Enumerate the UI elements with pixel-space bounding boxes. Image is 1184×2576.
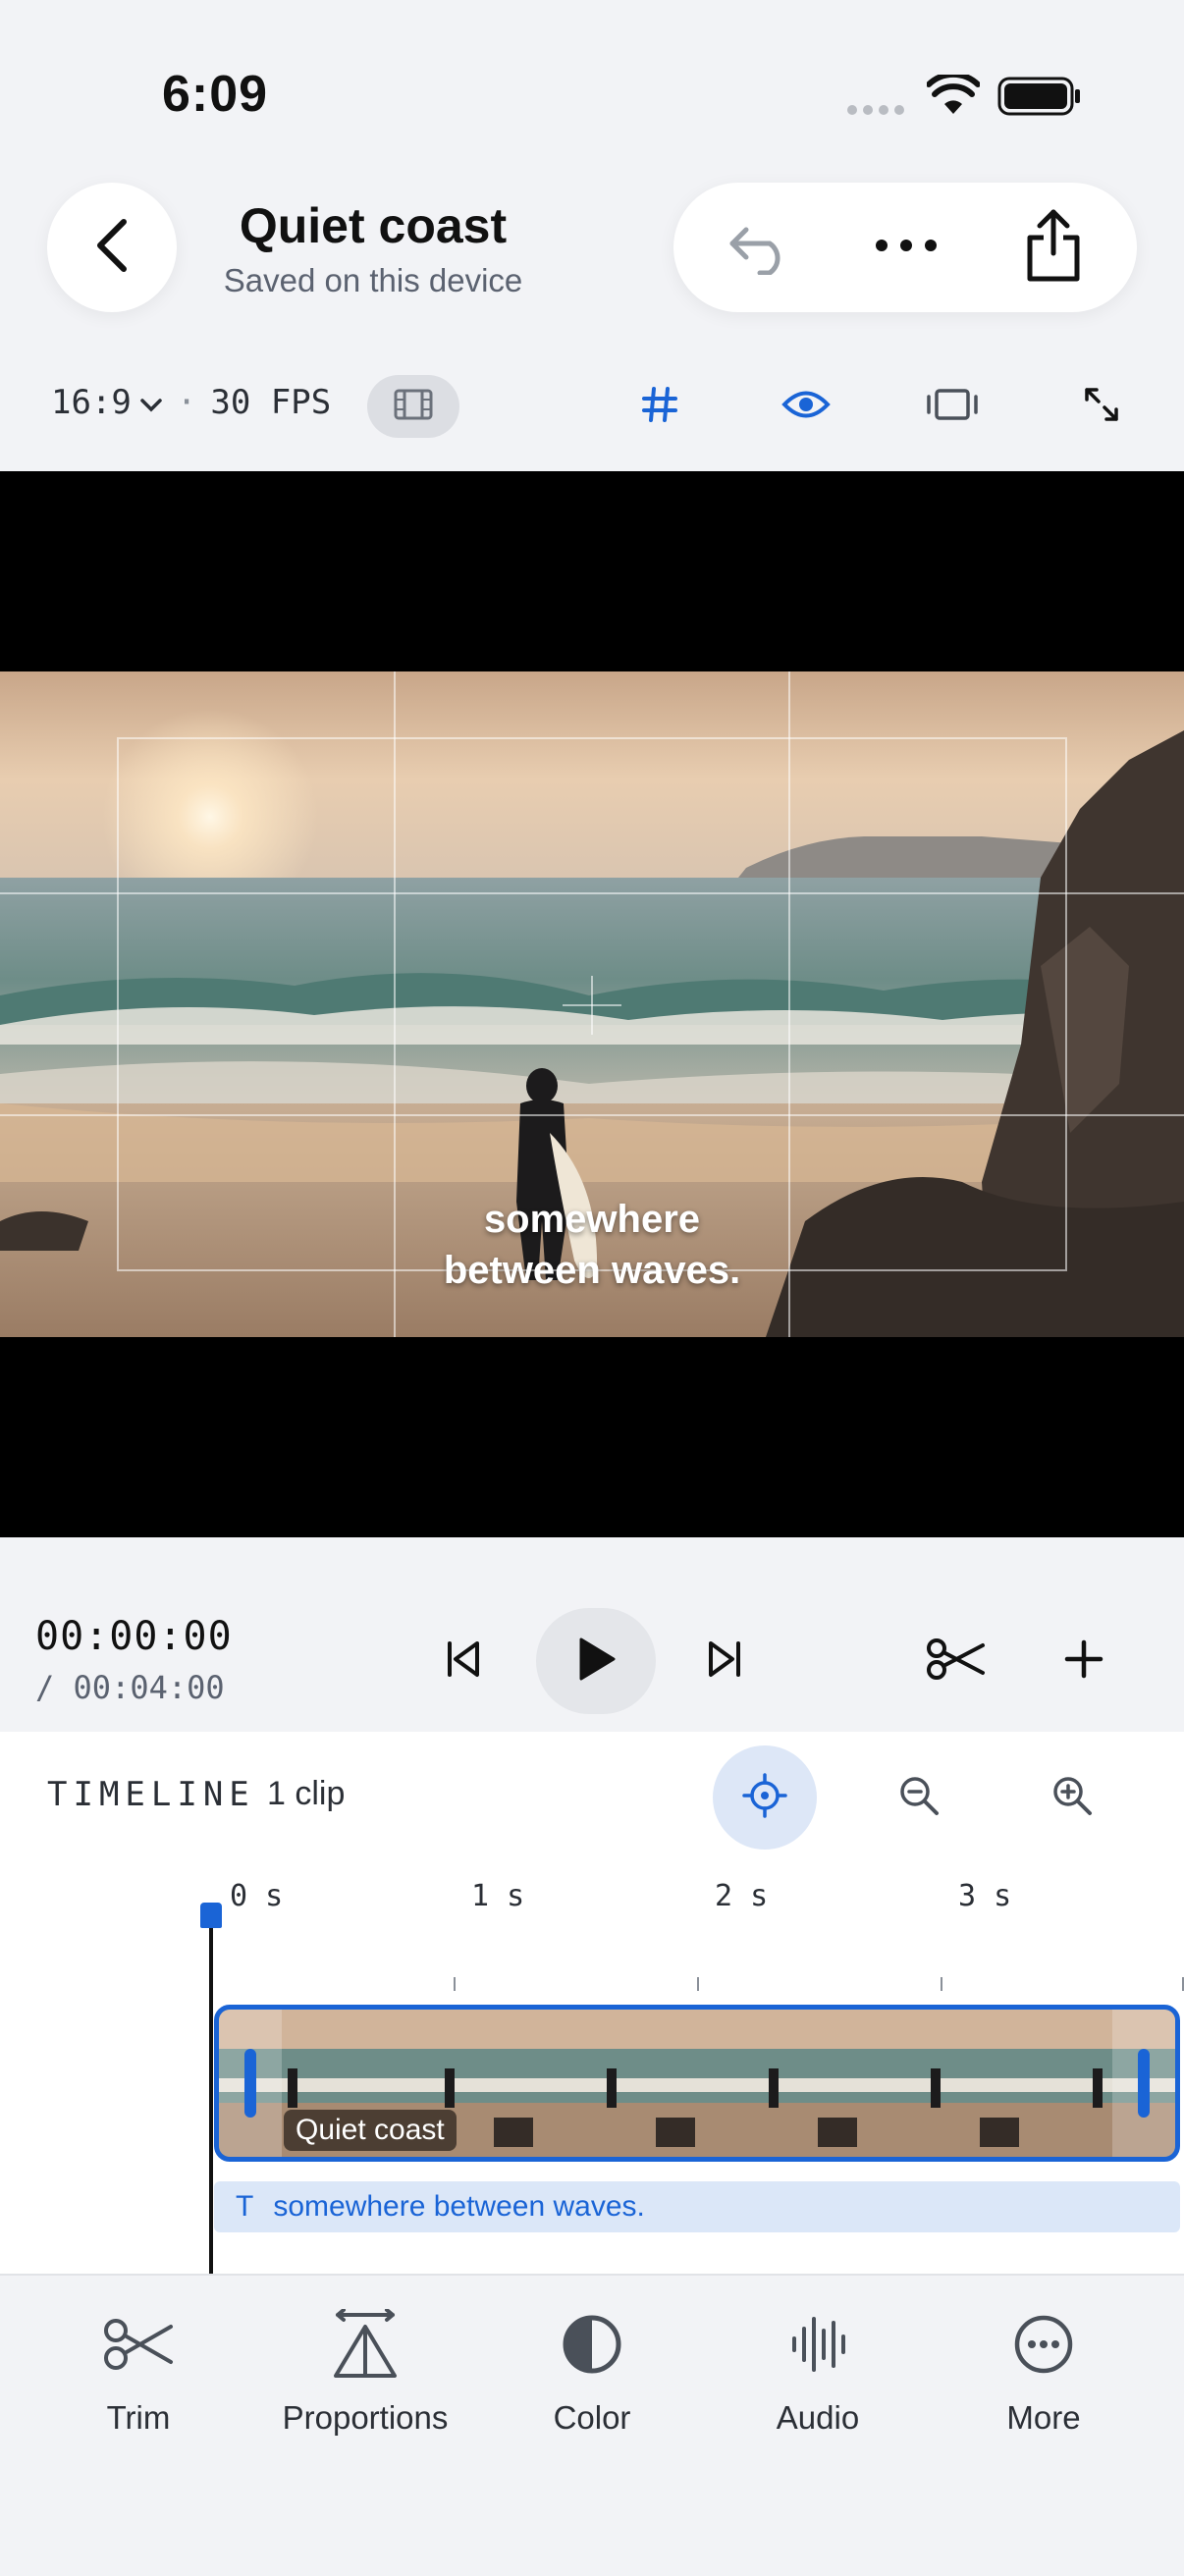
tab-label: Color — [553, 2399, 631, 2436]
tab-color[interactable]: Color — [484, 2307, 700, 2437]
undo-icon — [727, 216, 795, 280]
tab-audio[interactable]: Audio — [710, 2307, 926, 2437]
chevron-left-icon — [90, 216, 134, 280]
waveform-icon — [788, 2313, 847, 2381]
format-info: 16:9 · 30 FPS — [51, 383, 331, 422]
project-title: Quiet coast — [239, 198, 508, 253]
safe-frame-toggle[interactable] — [913, 375, 992, 438]
zoom-out-button[interactable] — [880, 1761, 958, 1834]
more-circle-icon — [1012, 2313, 1075, 2381]
current-time: 00:00:00 — [35, 1614, 233, 1659]
separator: · — [176, 383, 197, 422]
skip-back-button[interactable] — [428, 1624, 499, 1698]
clip-thumbnail — [862, 2010, 1025, 2157]
ruler-label: 0 s — [230, 1879, 284, 1913]
video-frame: somewhere between waves. — [0, 671, 1184, 1337]
aspect-ratio-select[interactable]: 16:9 — [51, 383, 163, 422]
aspect-ratio-value: 16:9 — [51, 383, 132, 422]
zoom-in-icon — [1051, 1775, 1093, 1821]
playhead[interactable] — [209, 1914, 213, 2274]
ruler-label: 1 s — [471, 1879, 525, 1913]
ruler-tick — [454, 1977, 456, 1991]
scissors-icon — [926, 1637, 987, 1686]
scissors-icon — [102, 2317, 175, 2377]
ruler-tick — [941, 1977, 942, 1991]
timeline-heading: TIMELINE — [47, 1775, 255, 1814]
caption-line-2: between waves. — [443, 1249, 741, 1292]
skip-back-icon — [444, 1639, 483, 1684]
tab-proportions[interactable]: Proportions — [257, 2307, 473, 2437]
expand-icon — [1083, 386, 1120, 428]
text-track-item[interactable]: T somewhere between waves. — [214, 2181, 1180, 2232]
zoom-in-button[interactable] — [1033, 1761, 1111, 1834]
fps-value: 30 FPS — [210, 383, 332, 422]
plus-icon — [1064, 1639, 1103, 1684]
ruler-label: 2 s — [715, 1879, 769, 1913]
header-actions — [673, 183, 1137, 312]
skip-forward-button[interactable] — [689, 1624, 760, 1698]
grid-icon — [640, 385, 679, 429]
clip-trim-handle-start[interactable] — [219, 2010, 282, 2157]
battery-icon — [997, 77, 1082, 121]
clip-thumbnail — [538, 2010, 701, 2157]
signal-icon — [846, 102, 909, 123]
back-button[interactable] — [47, 183, 177, 312]
contrast-icon — [561, 2313, 623, 2381]
eye-icon — [781, 388, 831, 426]
share-button[interactable] — [990, 183, 1117, 312]
text-overlay[interactable]: somewhere between waves. — [0, 1194, 1184, 1296]
grid-toggle[interactable] — [620, 375, 699, 438]
tab-more[interactable]: More — [936, 2307, 1152, 2437]
ruler-tick — [697, 1977, 699, 1991]
clip-trim-handle-end[interactable] — [1112, 2010, 1175, 2157]
proportions-icon — [330, 2307, 401, 2385]
status-time: 6:09 — [162, 66, 269, 123]
preview-visibility-toggle[interactable] — [767, 375, 845, 438]
share-icon — [1022, 208, 1085, 288]
more-horizontal-icon — [872, 236, 941, 260]
filmstrip-toggle[interactable] — [367, 375, 459, 438]
tab-label: Proportions — [282, 2399, 449, 2436]
zoom-out-icon — [898, 1775, 940, 1821]
tab-trim[interactable]: Trim — [30, 2307, 246, 2437]
chevron-down-icon — [139, 383, 163, 422]
video-clip[interactable]: Quiet coast — [214, 2005, 1180, 2162]
undo-button[interactable] — [697, 183, 825, 312]
film-icon — [394, 389, 433, 425]
split-button[interactable] — [917, 1620, 996, 1702]
tab-label: Trim — [106, 2399, 171, 2436]
add-media-button[interactable] — [1045, 1620, 1123, 1702]
total-duration: / 00:04:00 — [35, 1669, 225, 1706]
caption-line-1: somewhere — [483, 1198, 701, 1241]
skip-forward-icon — [705, 1639, 744, 1684]
clip-thumbnail — [700, 2010, 863, 2157]
play-button[interactable] — [536, 1608, 656, 1714]
clip-count: 1 clip — [267, 1775, 346, 1812]
tab-label: More — [1006, 2399, 1081, 2436]
center-playhead-button[interactable] — [713, 1745, 817, 1850]
playhead-handle[interactable] — [200, 1903, 222, 1928]
wifi-icon — [926, 71, 981, 121]
save-status: Saved on this device — [223, 262, 523, 298]
title-block: Quiet coast Saved on this device — [187, 194, 560, 302]
text-icon: T — [236, 2190, 254, 2223]
text-track-label: somewhere between waves. — [273, 2190, 645, 2223]
tab-label: Audio — [776, 2399, 860, 2436]
ruler-label: 3 s — [958, 1879, 1012, 1913]
play-icon — [575, 1637, 617, 1687]
clip-name-label: Quiet coast — [284, 2110, 457, 2151]
fullscreen-button[interactable] — [1062, 375, 1141, 438]
video-preview[interactable]: somewhere between waves. — [0, 471, 1184, 1537]
more-button[interactable] — [842, 183, 970, 312]
target-icon — [742, 1772, 787, 1823]
frame-icon — [925, 387, 980, 427]
